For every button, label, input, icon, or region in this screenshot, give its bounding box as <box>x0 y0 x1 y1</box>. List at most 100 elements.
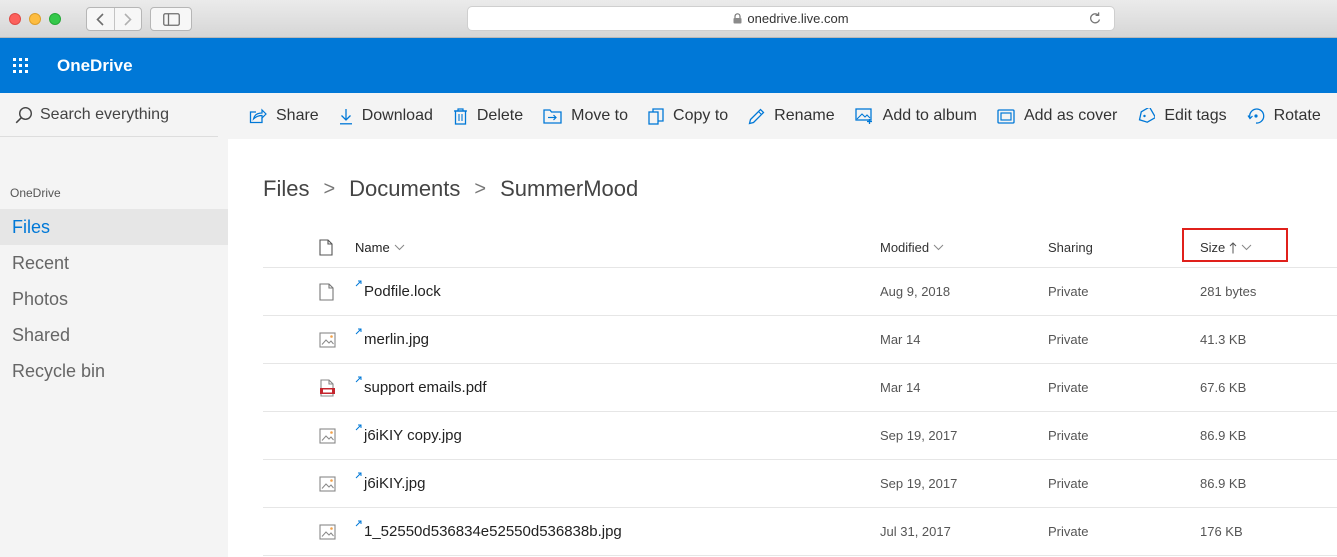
file-type-header-icon <box>319 239 333 256</box>
share-button[interactable]: Share <box>249 107 319 125</box>
add-to-album-button[interactable]: Add to album <box>855 107 977 125</box>
zoom-window-button[interactable] <box>49 13 61 25</box>
file-name[interactable]: j6iKIY.jpg <box>364 475 425 492</box>
file-name[interactable]: support emails.pdf <box>364 379 487 396</box>
sharing-cell: Private <box>1048 476 1089 491</box>
nav-item-photos[interactable]: Photos <box>0 281 228 317</box>
size-column-header[interactable]: Size <box>1182 228 1337 262</box>
chevron-down-icon <box>1241 244 1252 251</box>
breadcrumb: Files > Documents > SummerMood <box>263 176 638 202</box>
sidebar-toggle-button[interactable] <box>150 7 192 31</box>
file-row[interactable]: support emails.pdf Mar 14 Private 67.6 K… <box>263 364 1337 412</box>
file-row[interactable]: merlin.jpg Mar 14 Private 41.3 KB <box>263 316 1337 364</box>
file-type-cell <box>263 475 355 492</box>
app-launcher-button[interactable] <box>0 38 40 93</box>
forward-button[interactable] <box>113 8 142 30</box>
rotate-button[interactable]: Rotate <box>1247 107 1321 125</box>
nav-item-files[interactable]: Files <box>0 209 228 245</box>
file-name-cell[interactable]: merlin.jpg <box>355 328 880 348</box>
file-list: Name Modified Sharing Size Podfile.lock … <box>263 228 1337 556</box>
app-brand[interactable]: OneDrive <box>57 56 133 76</box>
new-file-sparkle-icon <box>355 375 363 383</box>
file-name[interactable]: Podfile.lock <box>364 283 441 300</box>
move-to-label: Move to <box>571 107 629 124</box>
lock-icon <box>733 13 742 24</box>
generic-file-icon <box>319 282 334 301</box>
file-row[interactable]: Podfile.lock Aug 9, 2018 Private 281 byt… <box>263 268 1337 316</box>
breadcrumb-documents[interactable]: Documents <box>349 176 460 202</box>
copy-icon <box>648 107 664 125</box>
modified-column-header[interactable]: Modified <box>880 240 1048 255</box>
nav-item-shared[interactable]: Shared <box>0 317 228 353</box>
url-text: onedrive.live.com <box>747 11 849 26</box>
modified-cell: Mar 14 <box>880 332 921 347</box>
download-label: Download <box>361 107 433 124</box>
file-row[interactable]: j6iKIY.jpg Sep 19, 2017 Private 86.9 KB <box>263 460 1337 508</box>
waffle-icon <box>12 58 28 73</box>
rename-button[interactable]: Rename <box>748 107 835 125</box>
modified-header-label: Modified <box>880 240 930 255</box>
sharing-cell: Private <box>1048 380 1089 395</box>
file-name-cell[interactable]: 1_52550d536834e52550d536838b.jpg <box>355 520 880 540</box>
breadcrumb-files[interactable]: Files <box>263 176 309 202</box>
size-cell: 86.9 KB <box>1200 476 1247 491</box>
command-bar: Share Download Delete Move to Copy to Re… <box>228 93 1337 139</box>
share-label: Share <box>276 107 319 124</box>
file-name-cell[interactable]: Podfile.lock <box>355 280 880 300</box>
nav-section-label: OneDrive <box>10 186 61 200</box>
breadcrumb-summermood: SummerMood <box>500 176 639 201</box>
pdf-file-icon <box>320 378 335 397</box>
rename-label: Rename <box>774 107 835 124</box>
modified-cell: Jul 31, 2017 <box>880 524 951 539</box>
file-row[interactable]: j6iKIY copy.jpg Sep 19, 2017 Private 86.… <box>263 412 1337 460</box>
move-to-button[interactable]: Move to <box>543 107 628 125</box>
sharing-cell: Private <box>1048 428 1089 443</box>
sharing-cell: Private <box>1048 524 1089 539</box>
modified-cell: Sep 19, 2017 <box>880 476 958 491</box>
file-name-cell[interactable]: j6iKIY copy.jpg <box>355 424 880 444</box>
download-button[interactable]: Download <box>339 107 433 125</box>
chevron-down-icon <box>933 244 944 251</box>
file-name-cell[interactable]: j6iKIY.jpg <box>355 472 880 492</box>
file-name-cell[interactable]: support emails.pdf <box>355 376 880 396</box>
image-file-icon <box>319 475 336 492</box>
trash-icon <box>453 107 468 125</box>
back-button[interactable] <box>87 8 114 30</box>
name-column-header[interactable]: Name <box>355 240 880 255</box>
add-as-cover-button[interactable]: Add as cover <box>997 107 1117 125</box>
image-file-icon <box>319 523 336 540</box>
share-icon <box>249 108 267 124</box>
file-name[interactable]: merlin.jpg <box>364 331 429 348</box>
size-cell: 67.6 KB <box>1200 380 1247 395</box>
nav-item-recycle-bin[interactable]: Recycle bin <box>0 353 228 389</box>
search-box[interactable]: Search everything <box>0 93 218 137</box>
edit-tags-button[interactable]: Edit tags <box>1137 107 1227 125</box>
sort-ascending-icon <box>1229 241 1237 254</box>
select-all-cell[interactable] <box>263 239 355 256</box>
image-file-icon <box>319 427 336 444</box>
file-name[interactable]: 1_52550d536834e52550d536838b.jpg <box>364 523 622 540</box>
delete-button[interactable]: Delete <box>453 107 523 125</box>
new-file-sparkle-icon <box>355 327 363 335</box>
copy-to-label: Copy to <box>673 107 729 124</box>
sharing-column-header[interactable]: Sharing <box>1048 240 1200 255</box>
search-input[interactable]: Search everything <box>40 106 169 124</box>
sharing-header-label: Sharing <box>1048 240 1093 255</box>
history-nav <box>86 7 142 31</box>
address-bar[interactable]: onedrive.live.com <box>467 6 1115 31</box>
reload-icon[interactable] <box>1088 11 1102 29</box>
file-name[interactable]: j6iKIY copy.jpg <box>364 427 462 444</box>
copy-to-button[interactable]: Copy to <box>648 107 728 125</box>
file-row[interactable]: 1_52550d536834e52550d536838b.jpg Jul 31,… <box>263 508 1337 556</box>
nav-item-recent[interactable]: Recent <box>0 245 228 281</box>
size-cell: 86.9 KB <box>1200 428 1247 443</box>
sidebar-icon <box>162 12 180 26</box>
pencil-icon <box>748 108 765 125</box>
size-header-label: Size <box>1200 240 1226 255</box>
album-icon <box>855 108 874 124</box>
file-type-cell <box>263 282 355 301</box>
search-icon <box>15 106 33 124</box>
chevron-right-icon: > <box>323 177 336 200</box>
close-window-button[interactable] <box>9 13 21 25</box>
minimize-window-button[interactable] <box>29 13 41 25</box>
